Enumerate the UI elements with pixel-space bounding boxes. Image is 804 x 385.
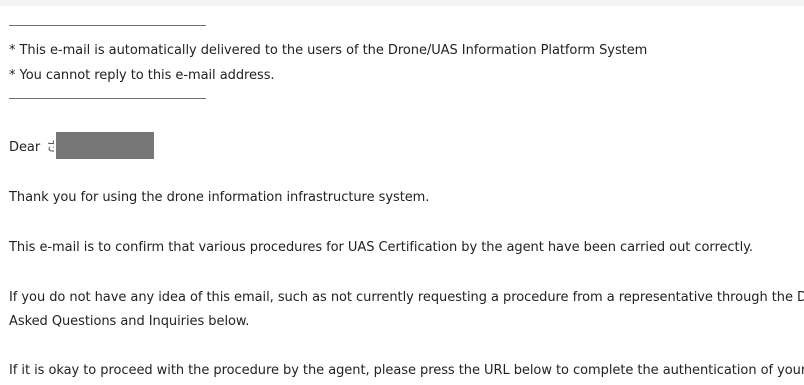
confirmation-paragraph: This e-mail is to confirm that various p… — [9, 240, 754, 255]
notice-no-reply: * You cannot reply to this e-mail addres… — [9, 68, 275, 83]
email-body: * This e-mail is automatically delivered… — [0, 6, 804, 385]
inquiry-paragraph-line-1: If you do not have any idea of this emai… — [9, 290, 804, 305]
greeting-prefix: Dear — [9, 139, 41, 155]
greeting-name-fragment: さ — [46, 139, 55, 155]
inquiry-paragraph-line-2: Asked Questions and Inquiries below. — [9, 314, 250, 329]
top-divider — [9, 25, 206, 26]
greeting: Dear さ — [9, 132, 155, 161]
bottom-divider — [9, 98, 206, 99]
email-view: * This e-mail is automatically delivered… — [0, 0, 804, 385]
thanks-paragraph: Thank you for using the drone informatio… — [9, 190, 430, 205]
redacted-name — [56, 132, 155, 159]
notice-auto-delivered: * This e-mail is automatically delivered… — [9, 43, 648, 58]
proceed-paragraph: If it is okay to proceed with the proced… — [9, 363, 804, 378]
